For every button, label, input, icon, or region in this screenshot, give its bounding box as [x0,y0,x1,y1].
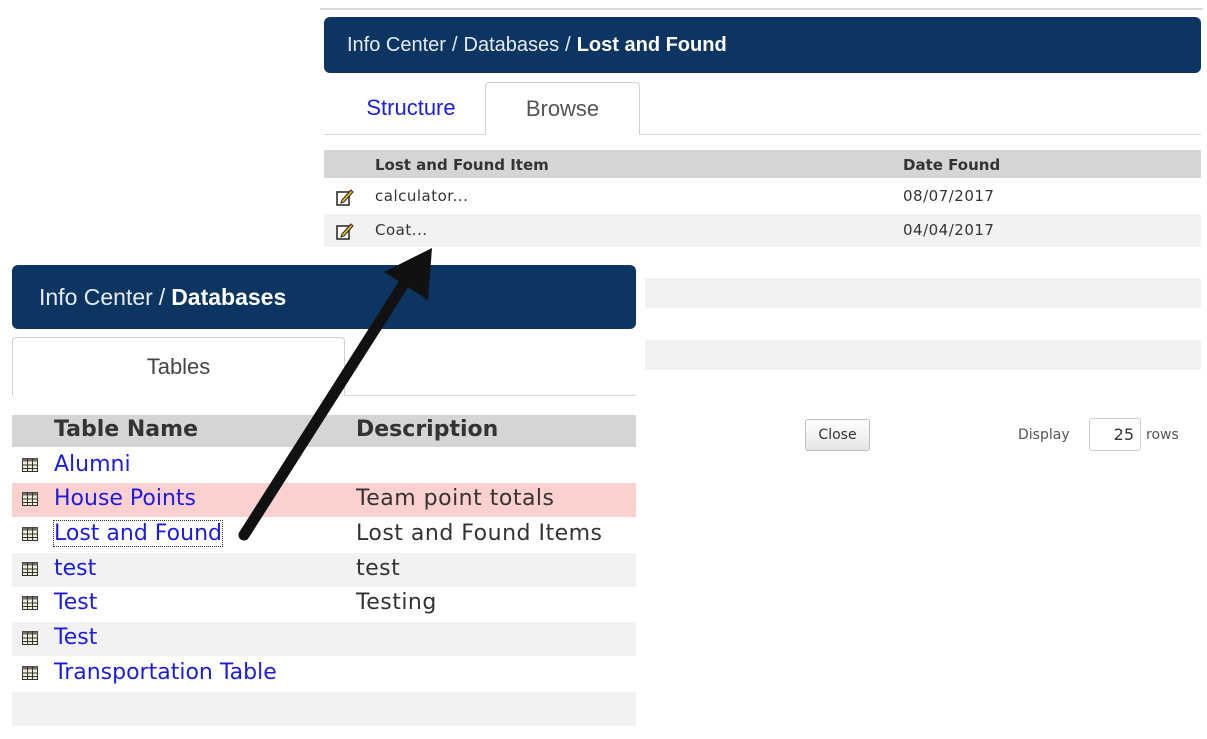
lost-item-date: 04/04/2017 [903,221,995,239]
table-grid-icon [22,492,38,506]
table-description: test [356,556,401,581]
table-grid-icon [22,562,38,576]
breadcrumb-info-center[interactable]: Info Center [347,34,446,57]
table-name-link[interactable]: test [54,556,96,581]
databases-breadcrumb: Info Center / Databases [12,265,636,329]
lost-item-name: Coat... [375,221,428,239]
tab-browse[interactable]: Browse [485,82,640,135]
close-button[interactable]: Close [805,419,870,451]
table-row[interactable]: Lost and Found Lost and Found Items [12,518,636,552]
table-grid-icon [22,458,38,472]
rows-per-page-input[interactable] [1089,418,1141,451]
table-row[interactable]: calculator... 08/07/2017 [324,180,1201,213]
breadcrumb-separator: / [451,33,458,56]
table-row[interactable]: Test [12,622,636,656]
tab-tables[interactable]: Tables [12,337,345,396]
table-description: Lost and Found Items [356,521,603,546]
lost-found-grid-header: Lost and Found Item Date Found [324,150,1201,178]
display-label: Display [1018,427,1070,443]
table-row[interactable]: Test Testing [12,587,636,621]
breadcrumb-separator: / [158,283,166,310]
breadcrumb-info-center[interactable]: Info Center [39,284,153,311]
breadcrumb-current: Databases [171,283,287,310]
top-divider [320,8,1203,10]
lost-item-date: 08/07/2017 [903,187,995,205]
table-row[interactable]: Transportation Table [12,657,636,691]
table-row[interactable]: Alumni [12,449,636,483]
table-name-link[interactable]: Alumni [54,452,131,477]
empty-row-stripe [636,278,1201,308]
table-row[interactable]: test test [12,553,636,587]
table-name-link[interactable]: Test [54,590,97,615]
table-row[interactable]: House Points Team point totals [12,483,636,517]
pencil-edit-icon[interactable] [336,222,354,240]
lost-found-breadcrumb: Info Center / Databases / Lost and Found [324,17,1201,73]
empty-row-stripe [636,340,1201,370]
rows-label: rows [1146,427,1179,443]
empty-row-stripe [12,692,636,726]
table-grid-icon [22,527,38,541]
table-grid-icon [22,596,38,610]
table-name-link[interactable]: House Points [54,486,196,511]
breadcrumb-separator: / [565,33,571,56]
table-name-link[interactable]: Lost and Found [53,520,223,547]
table-description: Team point totals [356,486,555,511]
tables-grid-header: Table Name Description [12,415,636,447]
column-header-item[interactable]: Lost and Found Item [375,156,549,174]
table-name-link[interactable]: Test [54,625,97,650]
databases-tabs: Tables [12,337,636,396]
breadcrumb-current: Lost and Found [576,33,727,56]
tab-structure[interactable]: Structure [336,82,486,134]
column-header-description[interactable]: Description [356,417,498,442]
table-grid-icon [22,631,38,645]
column-header-date[interactable]: Date Found [903,156,1000,174]
table-description: Testing [356,590,437,615]
lost-found-tabs: Structure Browse [324,82,1201,135]
pencil-edit-icon[interactable] [336,188,354,206]
table-grid-icon [22,666,38,680]
column-header-table-name[interactable]: Table Name [54,417,198,442]
breadcrumb-databases[interactable]: Databases [464,34,560,57]
table-name-link[interactable]: Transportation Table [54,660,277,685]
lost-item-name: calculator... [375,187,469,205]
table-row[interactable]: Coat... 04/04/2017 [324,214,1201,247]
databases-window: Info Center / Databases Tables Table Nam… [0,255,645,739]
